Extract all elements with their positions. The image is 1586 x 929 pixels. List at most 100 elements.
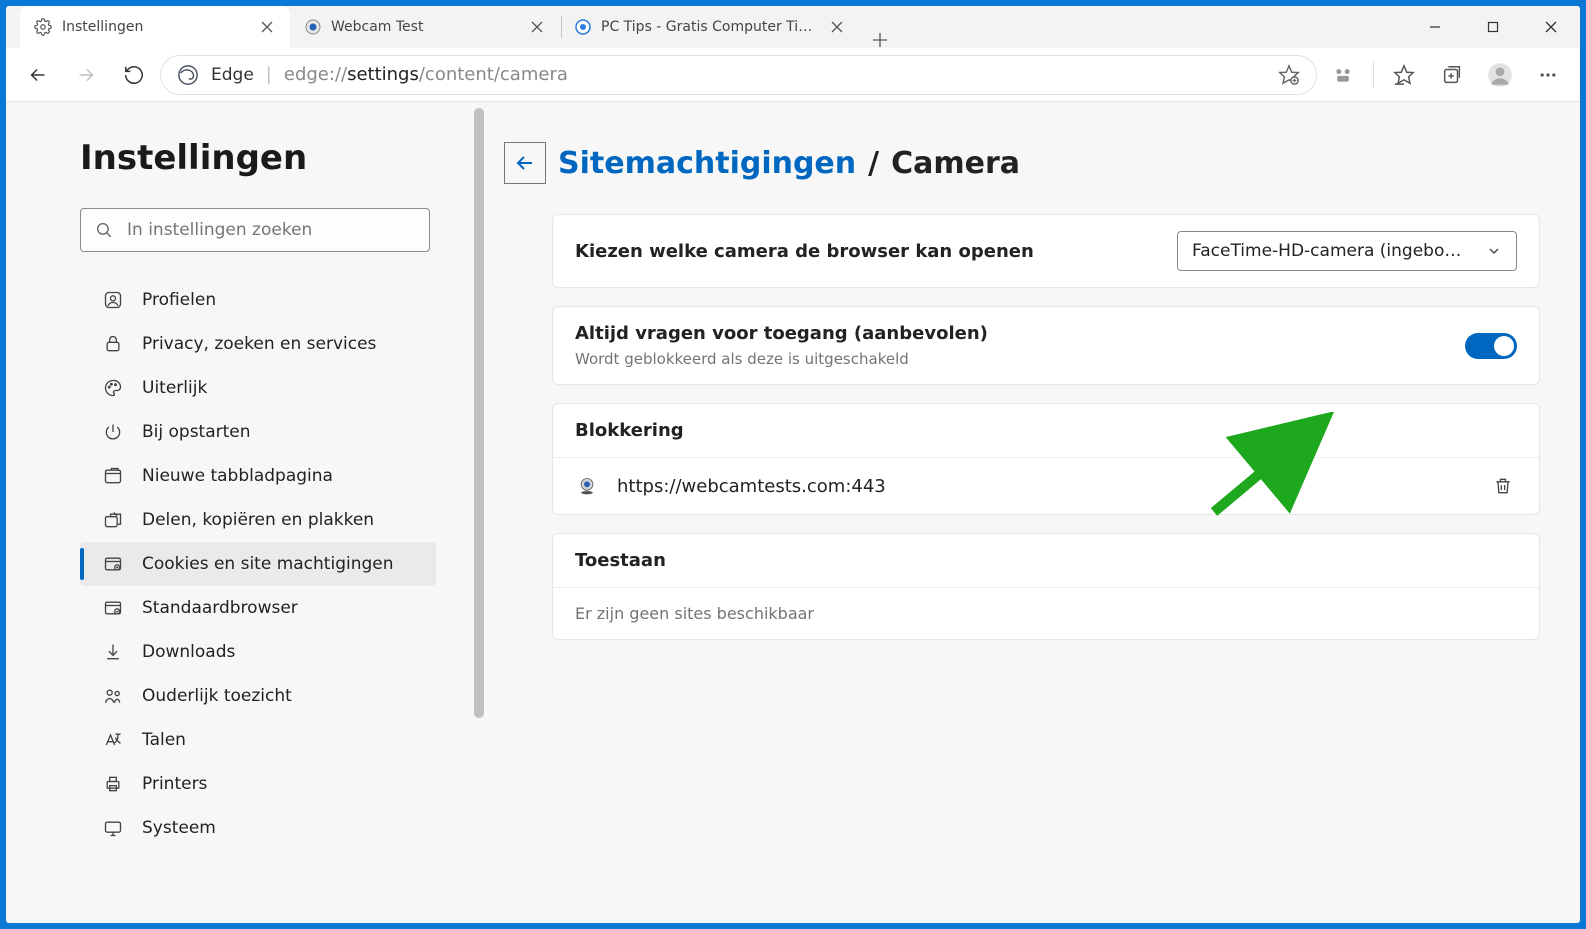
family-icon — [102, 685, 124, 707]
close-icon[interactable] — [828, 18, 846, 36]
profile-icon — [102, 289, 124, 311]
camera-select-card: Kiezen welke camera de browser kan opene… — [552, 214, 1540, 288]
sidebar-item-opstarten[interactable]: Bij opstarten — [80, 410, 436, 454]
maximize-button[interactable] — [1464, 6, 1522, 48]
printer-icon — [102, 773, 124, 795]
delete-site-button[interactable] — [1489, 472, 1517, 500]
sidebar-item-label: Delen, kopiëren en plakken — [142, 510, 374, 530]
power-icon — [102, 421, 124, 443]
pctips-favicon-icon — [575, 19, 591, 35]
search-input[interactable] — [127, 220, 415, 240]
breadcrumb: Sitemachtigingen / Camera — [504, 142, 1540, 184]
profile-avatar-icon[interactable] — [1478, 53, 1522, 97]
settings-nav: Profielen Privacy, zoeken en services Ui… — [80, 278, 484, 850]
sidebar-item-standaard[interactable]: Standaardbrowser — [80, 586, 436, 630]
ask-permission-card: Altijd vragen voor toegang (aanbevolen) … — [552, 306, 1540, 385]
address-product-label: Edge — [211, 65, 254, 85]
forward-button[interactable] — [64, 53, 108, 97]
new-tab-button[interactable] — [860, 32, 900, 48]
sidebar-item-ouderlijk[interactable]: Ouderlijk toezicht — [80, 674, 436, 718]
sidebar-item-printers[interactable]: Printers — [80, 762, 436, 806]
breadcrumb-parent-link[interactable]: Sitemachtigingen — [558, 146, 856, 181]
tab-pctips[interactable]: PC Tips - Gratis Computer Tips, i — [560, 6, 860, 48]
block-heading: Blokkering — [553, 404, 1539, 458]
sidebar-item-label: Privacy, zoeken en services — [142, 334, 376, 354]
address-separator: | — [266, 64, 272, 85]
sidebar-item-label: Ouderlijk toezicht — [142, 686, 292, 706]
camera-site-icon — [575, 474, 599, 498]
close-icon[interactable] — [528, 18, 546, 36]
allow-empty-message: Er zijn geen sites beschikbaar — [553, 587, 1539, 639]
blocked-site-url: https://webcamtests.com:443 — [617, 476, 1471, 497]
sidebar-item-label: Uiterlijk — [142, 378, 207, 398]
sidebar-item-delen[interactable]: Delen, kopiëren en plakken — [80, 498, 436, 542]
breadcrumb-current: Camera — [891, 146, 1020, 181]
refresh-button[interactable] — [112, 53, 156, 97]
sidebar-item-talen[interactable]: Talen — [80, 718, 436, 762]
camera-select-label: Kiezen welke camera de browser kan opene… — [575, 241, 1177, 262]
sidebar-item-label: Bij opstarten — [142, 422, 251, 442]
sidebar-item-privacy[interactable]: Privacy, zoeken en services — [80, 322, 436, 366]
sidebar-item-downloads[interactable]: Downloads — [80, 630, 436, 674]
extensions-icon[interactable] — [1321, 53, 1365, 97]
sidebar-scrollbar[interactable] — [474, 108, 484, 718]
appearance-icon — [102, 377, 124, 399]
favorite-button[interactable] — [1278, 64, 1300, 86]
close-icon[interactable] — [258, 18, 276, 36]
default-browser-icon — [102, 597, 124, 619]
camera-select-value: FaceTime-HD-camera (ingebo… — [1192, 241, 1461, 261]
more-menu-button[interactable] — [1526, 53, 1570, 97]
settings-sidebar: Instellingen Profielen Privacy, zoeken e… — [6, 102, 484, 923]
breadcrumb-back-button[interactable] — [504, 142, 546, 184]
sidebar-title: Instellingen — [80, 138, 484, 178]
tab-title: PC Tips - Gratis Computer Tips, i — [601, 19, 818, 35]
address-bar[interactable]: Edge | edge://settings/content/camera — [160, 55, 1317, 95]
favorites-icon[interactable] — [1382, 53, 1426, 97]
sidebar-item-cookies[interactable]: Cookies en site machtigingen — [80, 542, 436, 586]
sidebar-item-uiterlijk[interactable]: Uiterlijk — [80, 366, 436, 410]
tab-webcam[interactable]: Webcam Test — [290, 6, 560, 48]
search-icon — [95, 221, 113, 239]
allow-list-card: Toestaan Er zijn geen sites beschikbaar — [552, 533, 1540, 640]
tab-title: Webcam Test — [331, 19, 518, 35]
settings-search[interactable] — [80, 208, 430, 252]
sidebar-item-label: Downloads — [142, 642, 235, 662]
ask-toggle-label: Altijd vragen voor toegang (aanbevolen) — [575, 323, 1465, 344]
sidebar-item-label: Nieuwe tabbladpagina — [142, 466, 333, 486]
sidebar-item-label: Profielen — [142, 290, 216, 310]
address-text: edge://settings/content/camera — [284, 64, 568, 85]
gear-icon — [34, 18, 52, 36]
annotation-arrow-icon — [1204, 412, 1334, 522]
breadcrumb-separator: / — [868, 146, 879, 181]
blocked-site-row[interactable]: https://webcamtests.com:443 — [553, 458, 1539, 514]
ask-toggle-switch[interactable] — [1465, 333, 1517, 359]
tab-title: Instellingen — [62, 19, 248, 35]
webcam-favicon-icon — [305, 19, 321, 35]
sidebar-item-label: Printers — [142, 774, 207, 794]
sidebar-item-label: Standaardbrowser — [142, 598, 298, 618]
tab-settings[interactable]: Instellingen — [20, 6, 290, 48]
sidebar-item-label: Talen — [142, 730, 186, 750]
tab-strip: Instellingen Webcam Test PC Tips - Grati — [6, 6, 1406, 48]
settings-main: Sitemachtigingen / Camera Kiezen welke c… — [484, 102, 1580, 923]
camera-select-dropdown[interactable]: FaceTime-HD-camera (ingebo… — [1177, 231, 1517, 271]
sidebar-item-profielen[interactable]: Profielen — [80, 278, 436, 322]
lock-icon — [102, 333, 124, 355]
collections-icon[interactable] — [1430, 53, 1474, 97]
language-icon — [102, 729, 124, 751]
back-button[interactable] — [16, 53, 60, 97]
sidebar-item-nieuwtab[interactable]: Nieuwe tabbladpagina — [80, 454, 436, 498]
block-list-card: Blokkering https://webcamtests.com:443 — [552, 403, 1540, 515]
newtab-icon — [102, 465, 124, 487]
sidebar-item-systeem[interactable]: Systeem — [80, 806, 436, 850]
titlebar: Instellingen Webcam Test PC Tips - Grati — [6, 6, 1580, 48]
sidebar-item-label: Systeem — [142, 818, 216, 838]
window-close-button[interactable] — [1522, 6, 1580, 48]
minimize-button[interactable] — [1406, 6, 1464, 48]
share-icon — [102, 509, 124, 531]
sidebar-item-label: Cookies en site machtigingen — [142, 554, 394, 574]
download-icon — [102, 641, 124, 663]
toolbar: Edge | edge://settings/content/camera — [6, 48, 1580, 102]
ask-toggle-desc: Wordt geblokkeerd als deze is uitgeschak… — [575, 350, 1465, 368]
cookies-icon — [102, 553, 124, 575]
